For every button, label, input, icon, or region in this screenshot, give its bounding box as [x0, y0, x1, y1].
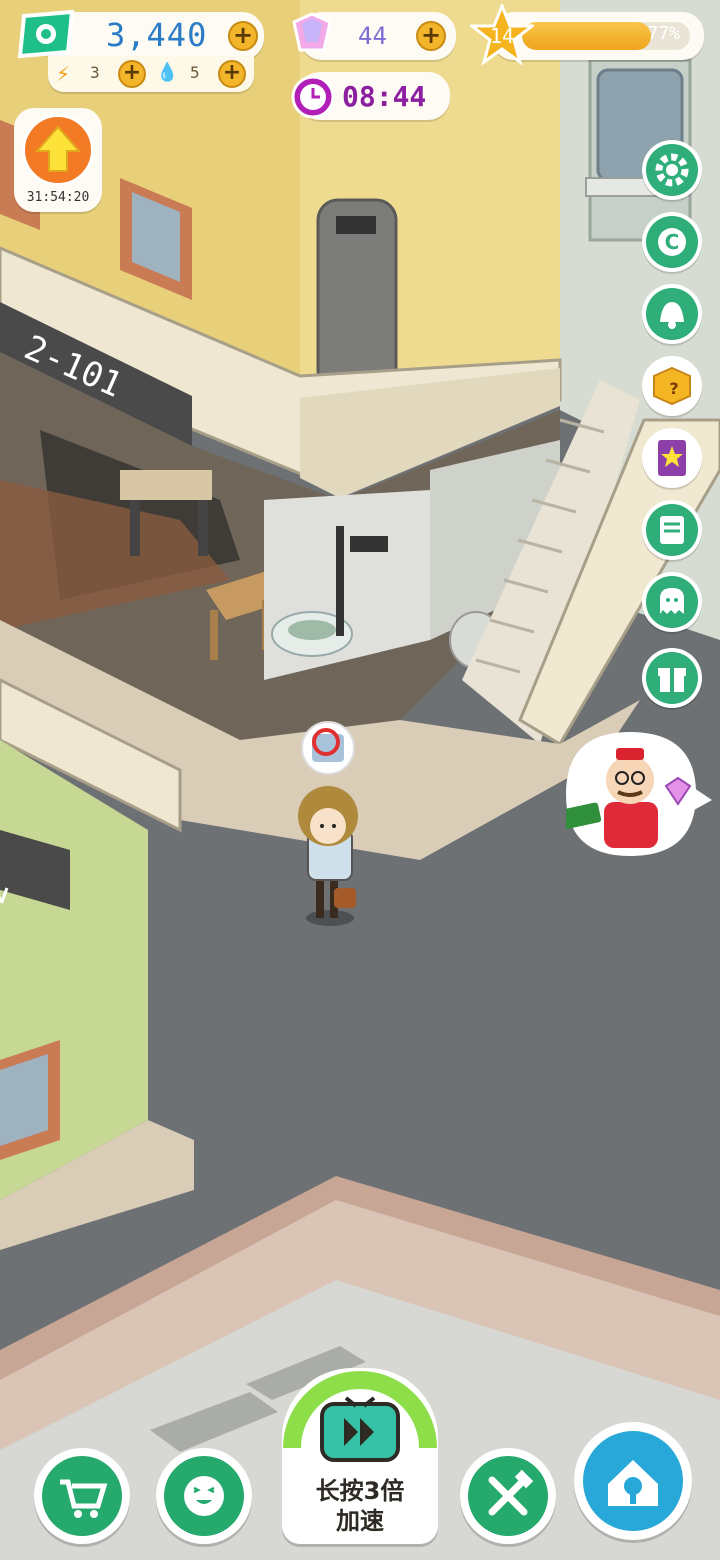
xp-progress-fill [522, 22, 652, 50]
cash-value: 3,440 [106, 16, 208, 54]
level-progress[interactable]: 77% 14 [470, 4, 704, 66]
mystery-box-icon: ? [653, 366, 691, 406]
gift-icon [658, 668, 686, 692]
home-renovate-button[interactable] [574, 1422, 692, 1540]
resource-bar: ⚡ 3 + 💧 5 + [48, 56, 254, 92]
tv-fast-forward-icon [283, 1371, 437, 1462]
lightning-icon: ⚡ [56, 62, 71, 86]
star-book-icon [658, 440, 686, 476]
speed-up-button[interactable]: 长按3倍 加速 [282, 1368, 438, 1544]
bell-icon [660, 302, 684, 329]
tools-icon [488, 1469, 534, 1516]
add-cash-button[interactable]: + [228, 21, 258, 51]
coin-shop-button[interactable]: C [642, 212, 702, 272]
add-water-button[interactable]: + [218, 60, 246, 88]
social-button[interactable] [156, 1448, 252, 1544]
settings-button[interactable] [642, 140, 702, 200]
gift-button[interactable] [642, 648, 702, 708]
boost-timer: 31:54:20 [26, 190, 90, 205]
up-arrow-icon [34, 125, 82, 172]
svg-text:?: ? [669, 379, 678, 398]
notifications-button[interactable] [642, 284, 702, 344]
cash-icon [17, 9, 75, 59]
cash-counter: 3,440 + [17, 9, 264, 60]
gem-value: 44 [358, 22, 387, 50]
smile-face-icon [184, 1476, 224, 1516]
svg-text:C: C [665, 230, 680, 254]
add-gems-button[interactable]: + [416, 21, 446, 51]
xp-progress-bar: 77% [522, 22, 690, 50]
notes-icon [660, 516, 684, 544]
coin-c-icon: C [658, 228, 686, 256]
clock-icon [291, 75, 335, 119]
water-drop-icon: 💧 [156, 62, 179, 83]
chat-button[interactable] [642, 572, 702, 632]
boost-upgrade-button[interactable]: 31:54:20 [14, 108, 102, 212]
timer-value: 08:44 [342, 80, 427, 113]
gem-counter: 44 + [292, 12, 456, 60]
level-value: 14 [489, 24, 515, 48]
gem-icon [292, 12, 332, 52]
merchant-offer-button[interactable] [566, 724, 716, 864]
ghost-chat-icon [660, 588, 684, 614]
notes-button[interactable] [642, 500, 702, 560]
star-book-button[interactable] [642, 428, 702, 488]
shop-button[interactable] [34, 1448, 130, 1544]
water-value: 5 [190, 63, 200, 82]
mystery-box-button[interactable]: ? [642, 356, 702, 416]
home-wrench-icon [608, 1460, 658, 1506]
event-timer: 08:44 [291, 72, 450, 120]
energy-value: 3 [90, 63, 100, 82]
xp-percent-label: 77% [647, 23, 680, 44]
build-tools-button[interactable] [460, 1448, 556, 1544]
speed-up-label: 长按3倍 加速 [315, 1477, 405, 1535]
gear-icon [655, 153, 689, 187]
cart-icon [60, 1479, 108, 1518]
add-energy-button[interactable]: + [118, 60, 146, 88]
